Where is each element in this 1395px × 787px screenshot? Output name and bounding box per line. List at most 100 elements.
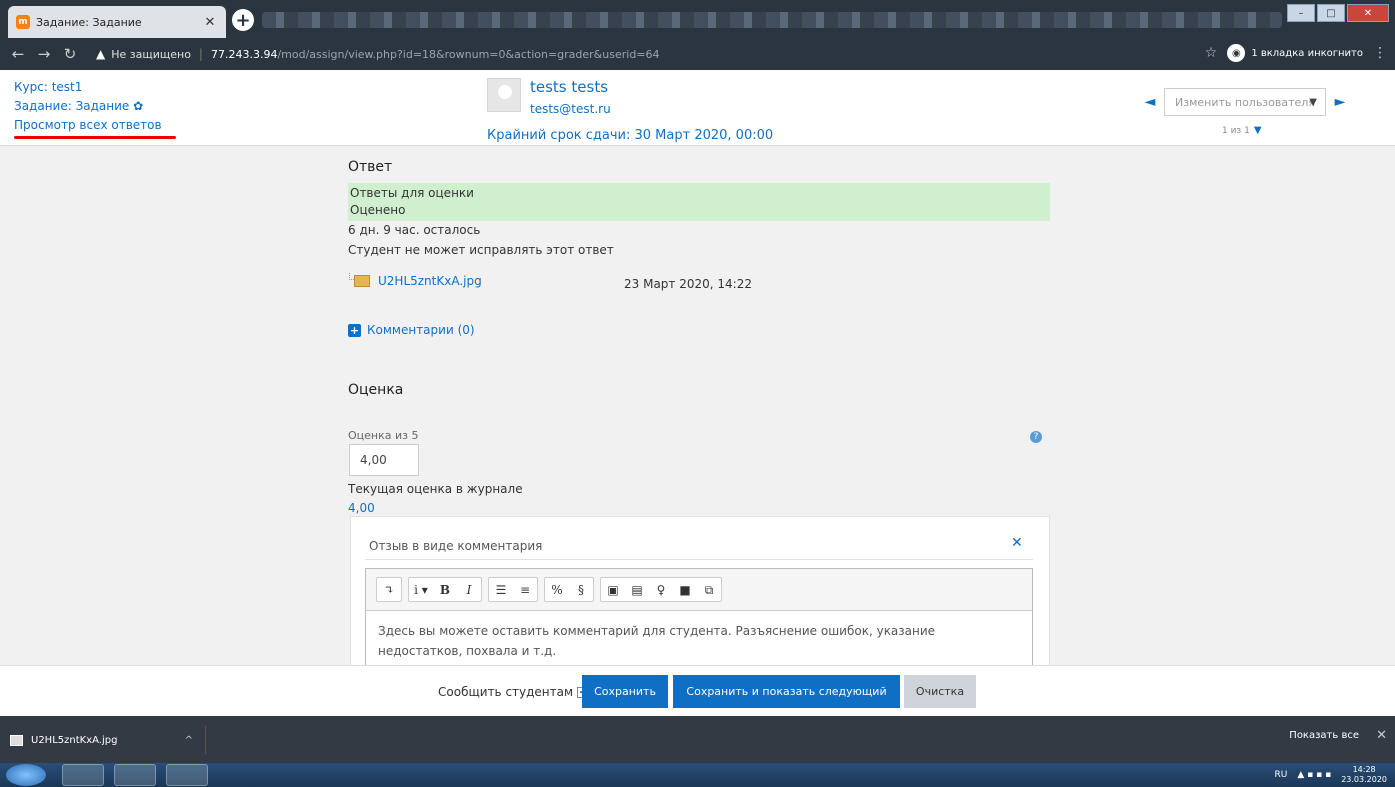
feedback-title: Отзыв в виде комментария [369, 539, 543, 553]
submission-status: Ответы для оценки Оценено [348, 183, 1050, 221]
bold-icon[interactable]: B [433, 578, 457, 602]
system-tray: RU ▲ ▪ ▪ ▪ 14:28 23.03.2020 [1275, 765, 1387, 785]
moodle-favicon-icon: m [16, 15, 30, 29]
feedback-panel: Отзыв в виде комментария ✕ ↴ i ▾ B I ☰ ≡… [350, 516, 1050, 665]
user-switcher: ◄ Изменить пользователя ▼ ► [1140, 88, 1350, 116]
current-grade-label: Текущая оценка в журнале [348, 482, 523, 496]
feedback-divider [365, 559, 1033, 560]
italic-icon[interactable]: I [457, 578, 481, 602]
filter-icon[interactable]: ▼ [1254, 125, 1262, 136]
media-icon[interactable]: ▤ [625, 578, 649, 602]
expand-icon[interactable]: ✕ [1011, 535, 1023, 551]
unordered-list-icon[interactable]: ☰ [489, 578, 513, 602]
toolbar-group-toggle: ↴ [376, 577, 402, 602]
status-graded: Оценено [350, 203, 406, 217]
toolbar-group-lists: ☰ ≡ [488, 577, 538, 602]
warning-icon[interactable]: ▲ [96, 47, 105, 61]
paragraph-style-icon[interactable]: i ▾ [409, 578, 433, 602]
image-icon[interactable]: ▣ [601, 578, 625, 602]
assignment-link[interactable]: Задание: Задание ✿ [14, 97, 162, 116]
close-icon[interactable]: ✕ [1376, 728, 1387, 743]
browser-tab[interactable]: m Задание: Задание ✕ [8, 6, 226, 38]
ordered-list-icon[interactable]: ≡ [513, 578, 537, 602]
back-arrow-icon[interactable]: ← [8, 45, 28, 63]
tray-icons[interactable]: ▲ ▪ ▪ ▪ [1297, 770, 1331, 780]
not-secure-label[interactable]: Не защищено [111, 48, 191, 61]
url-host[interactable]: 77.243.3.94 [211, 48, 277, 61]
avatar[interactable] [487, 78, 521, 112]
next-user-arrow-icon[interactable]: ► [1330, 94, 1350, 110]
toolbar-toggle-icon[interactable]: ↴ [377, 578, 401, 602]
manage-files-icon[interactable]: ⧉ [697, 578, 721, 602]
start-button[interactable] [6, 764, 46, 786]
user-email[interactable]: tests@test.ru [530, 102, 611, 116]
user-count-label: 1 из 1 [1222, 125, 1250, 136]
clock[interactable]: 14:28 23.03.2020 [1341, 765, 1387, 785]
app-taskbar-icon[interactable] [166, 764, 208, 786]
incognito-icon: ◉ [1227, 44, 1246, 62]
forward-arrow-icon[interactable]: → [34, 45, 54, 63]
user-name[interactable]: tests tests [530, 78, 608, 96]
incognito-label: 1 вкладка инкогнито [1251, 47, 1363, 59]
file-link[interactable]: U2HL5zntKxA.jpg [378, 274, 482, 288]
toolbar-group-links: % § [544, 577, 594, 602]
header-links: Курс: test1 Задание: Задание ✿ Просмотр … [14, 78, 162, 135]
downloads-bar: U2HL5zntKxA.jpg ^ Показать все ✕ [0, 716, 1395, 763]
grader-header: Курс: test1 Задание: Задание ✿ Просмотр … [0, 70, 1395, 146]
submission-heading: Ответ [348, 159, 393, 175]
help-icon[interactable]: ? [1030, 431, 1042, 443]
chevron-up-icon[interactable]: ^ [185, 735, 193, 746]
browser-tab-strip: m Задание: Задание ✕ + – □ ✕ [0, 0, 1395, 38]
chrome-taskbar-icon[interactable] [114, 764, 156, 786]
language-indicator[interactable]: RU [1275, 770, 1288, 780]
reload-icon[interactable]: ↻ [60, 45, 80, 63]
browser-menu-icon[interactable]: ⋮ [1373, 45, 1387, 61]
tab-title: Задание: Задание [36, 15, 142, 29]
comments-toggle[interactable]: + Комментарии (0) [348, 323, 475, 337]
other-tabs[interactable] [262, 12, 1282, 28]
change-user-placeholder: Изменить пользователя [1175, 95, 1315, 109]
comments-link[interactable]: Комментарии (0) [367, 323, 475, 337]
maximize-button[interactable]: □ [1317, 4, 1345, 22]
incognito-indicator[interactable]: ◉ 1 вкладка инкогнито [1227, 44, 1363, 62]
save-and-next-button[interactable]: Сохранить и показать следующий [673, 675, 900, 708]
change-user-select[interactable]: Изменить пользователя ▼ [1164, 88, 1326, 116]
reset-button[interactable]: Очистка [904, 675, 976, 708]
editor-toolbar: ↴ i ▾ B I ☰ ≡ % § ▣ ▤ ♀ ■ ⧉ [366, 569, 1032, 611]
current-grade-link[interactable]: 4,00 [348, 501, 375, 515]
video-icon[interactable]: ■ [673, 578, 697, 602]
download-item[interactable]: U2HL5zntKxA.jpg ^ [10, 726, 206, 754]
file-date: 23 Март 2020, 14:22 [624, 277, 752, 291]
window-close-button[interactable]: ✕ [1347, 4, 1389, 22]
unlink-icon[interactable]: § [569, 578, 593, 602]
microphone-icon[interactable]: ♀ [649, 578, 673, 602]
explorer-taskbar-icon[interactable] [62, 764, 104, 786]
course-link[interactable]: Курс: test1 [14, 78, 162, 97]
image-file-icon [10, 734, 23, 746]
chevron-down-icon: ▼ [1309, 96, 1317, 108]
grade-input[interactable]: 4,00 [349, 444, 419, 476]
view-all-submissions-link[interactable]: Просмотр всех ответов [14, 116, 162, 135]
assignment-link-label: Задание: Задание [14, 99, 130, 113]
url-path[interactable]: /mod/assign/view.php?id=18&rownum=0&acti… [277, 48, 659, 61]
feedback-editor: ↴ i ▾ B I ☰ ≡ % § ▣ ▤ ♀ ■ ⧉ Здесь вы мож… [365, 568, 1033, 665]
time-remaining: 6 дн. 9 час. осталось [348, 223, 481, 237]
bookmark-star-icon[interactable]: ☆ [1205, 45, 1218, 61]
link-icon[interactable]: % [545, 578, 569, 602]
user-count: 1 из 1 ▼ [1222, 125, 1262, 136]
gear-icon[interactable]: ✿ [133, 99, 143, 113]
tab-close-icon[interactable]: ✕ [202, 15, 218, 30]
minimize-button[interactable]: – [1287, 4, 1315, 22]
grader-content: Ответ Ответы для оценки Оценено 6 дн. 9 … [348, 146, 1050, 665]
save-button[interactable]: Сохранить [582, 675, 668, 708]
notify-students[interactable]: Сообщить студентам ✓ [438, 685, 589, 699]
new-tab-button[interactable]: + [232, 9, 254, 31]
feedback-editor-text[interactable]: Здесь вы можете оставить комментарий для… [366, 611, 1032, 665]
show-all-downloads[interactable]: Показать все [1289, 730, 1359, 741]
status-submitted: Ответы для оценки [350, 186, 474, 200]
window-controls: – □ ✕ [1287, 4, 1389, 22]
address-bar-right: ☆ ◉ 1 вкладка инкогнито ⋮ [1205, 44, 1387, 62]
url-divider: | [198, 47, 203, 61]
previous-user-arrow-icon[interactable]: ◄ [1140, 94, 1160, 110]
taskbar: RU ▲ ▪ ▪ ▪ 14:28 23.03.2020 [0, 763, 1395, 787]
